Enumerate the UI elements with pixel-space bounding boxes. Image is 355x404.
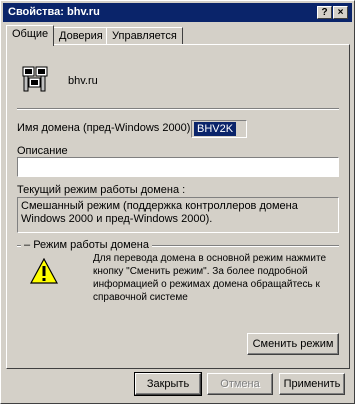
description-label: Описание: [17, 145, 68, 157]
cancel-button[interactable]: Отмена: [207, 373, 273, 395]
tab-managed-by[interactable]: Управляется: [106, 27, 183, 45]
tab-strip: Общие Доверия Управляется: [6, 25, 346, 46]
warning-icon: [30, 258, 58, 284]
change-mode-button[interactable]: Сменить режим: [247, 333, 339, 355]
close-dialog-button[interactable]: Закрыть: [134, 372, 202, 396]
help-button[interactable]: ?: [317, 6, 332, 19]
description-input[interactable]: [17, 157, 339, 177]
netbios-value: BHV2K: [194, 122, 237, 136]
netbios-field[interactable]: BHV2K: [191, 120, 247, 138]
mode-label: Текущий режим работы домена :: [17, 184, 186, 196]
mode-group-label-text: Режим работы домена: [33, 239, 149, 251]
general-tab-panel: bhv.ru Имя домена (пред-Windows 2000): B…: [6, 44, 350, 369]
window-title: Свойства: bhv.ru: [8, 6, 100, 18]
close-dialog-label: Закрыть: [146, 378, 190, 390]
change-mode-button-label: Сменить режим: [252, 338, 334, 350]
close-button[interactable]: ×: [333, 6, 348, 19]
domain-name: bhv.ru: [68, 75, 98, 87]
mode-group-label: – Режим работы домена: [21, 239, 152, 251]
mode-info-text: Для перевода домена в основной режим наж…: [93, 253, 327, 303]
tab-general[interactable]: Общие: [6, 25, 55, 46]
apply-label: Применить: [283, 378, 341, 390]
tab-trusts[interactable]: Доверия: [53, 27, 109, 45]
properties-window: Свойства: bhv.ru ? × Общие Доверия Управ…: [0, 0, 355, 404]
cancel-label: Отмена: [220, 378, 260, 390]
title-bar[interactable]: Свойства: bhv.ru ? ×: [3, 3, 352, 22]
domain-computers-icon: [22, 66, 48, 92]
apply-button[interactable]: Применить: [279, 373, 345, 395]
netbios-label: Имя домена (пред-Windows 2000):: [17, 122, 194, 134]
divider: [17, 108, 339, 110]
current-mode-field: Смешанный режим (поддержка контроллеров …: [17, 197, 339, 233]
